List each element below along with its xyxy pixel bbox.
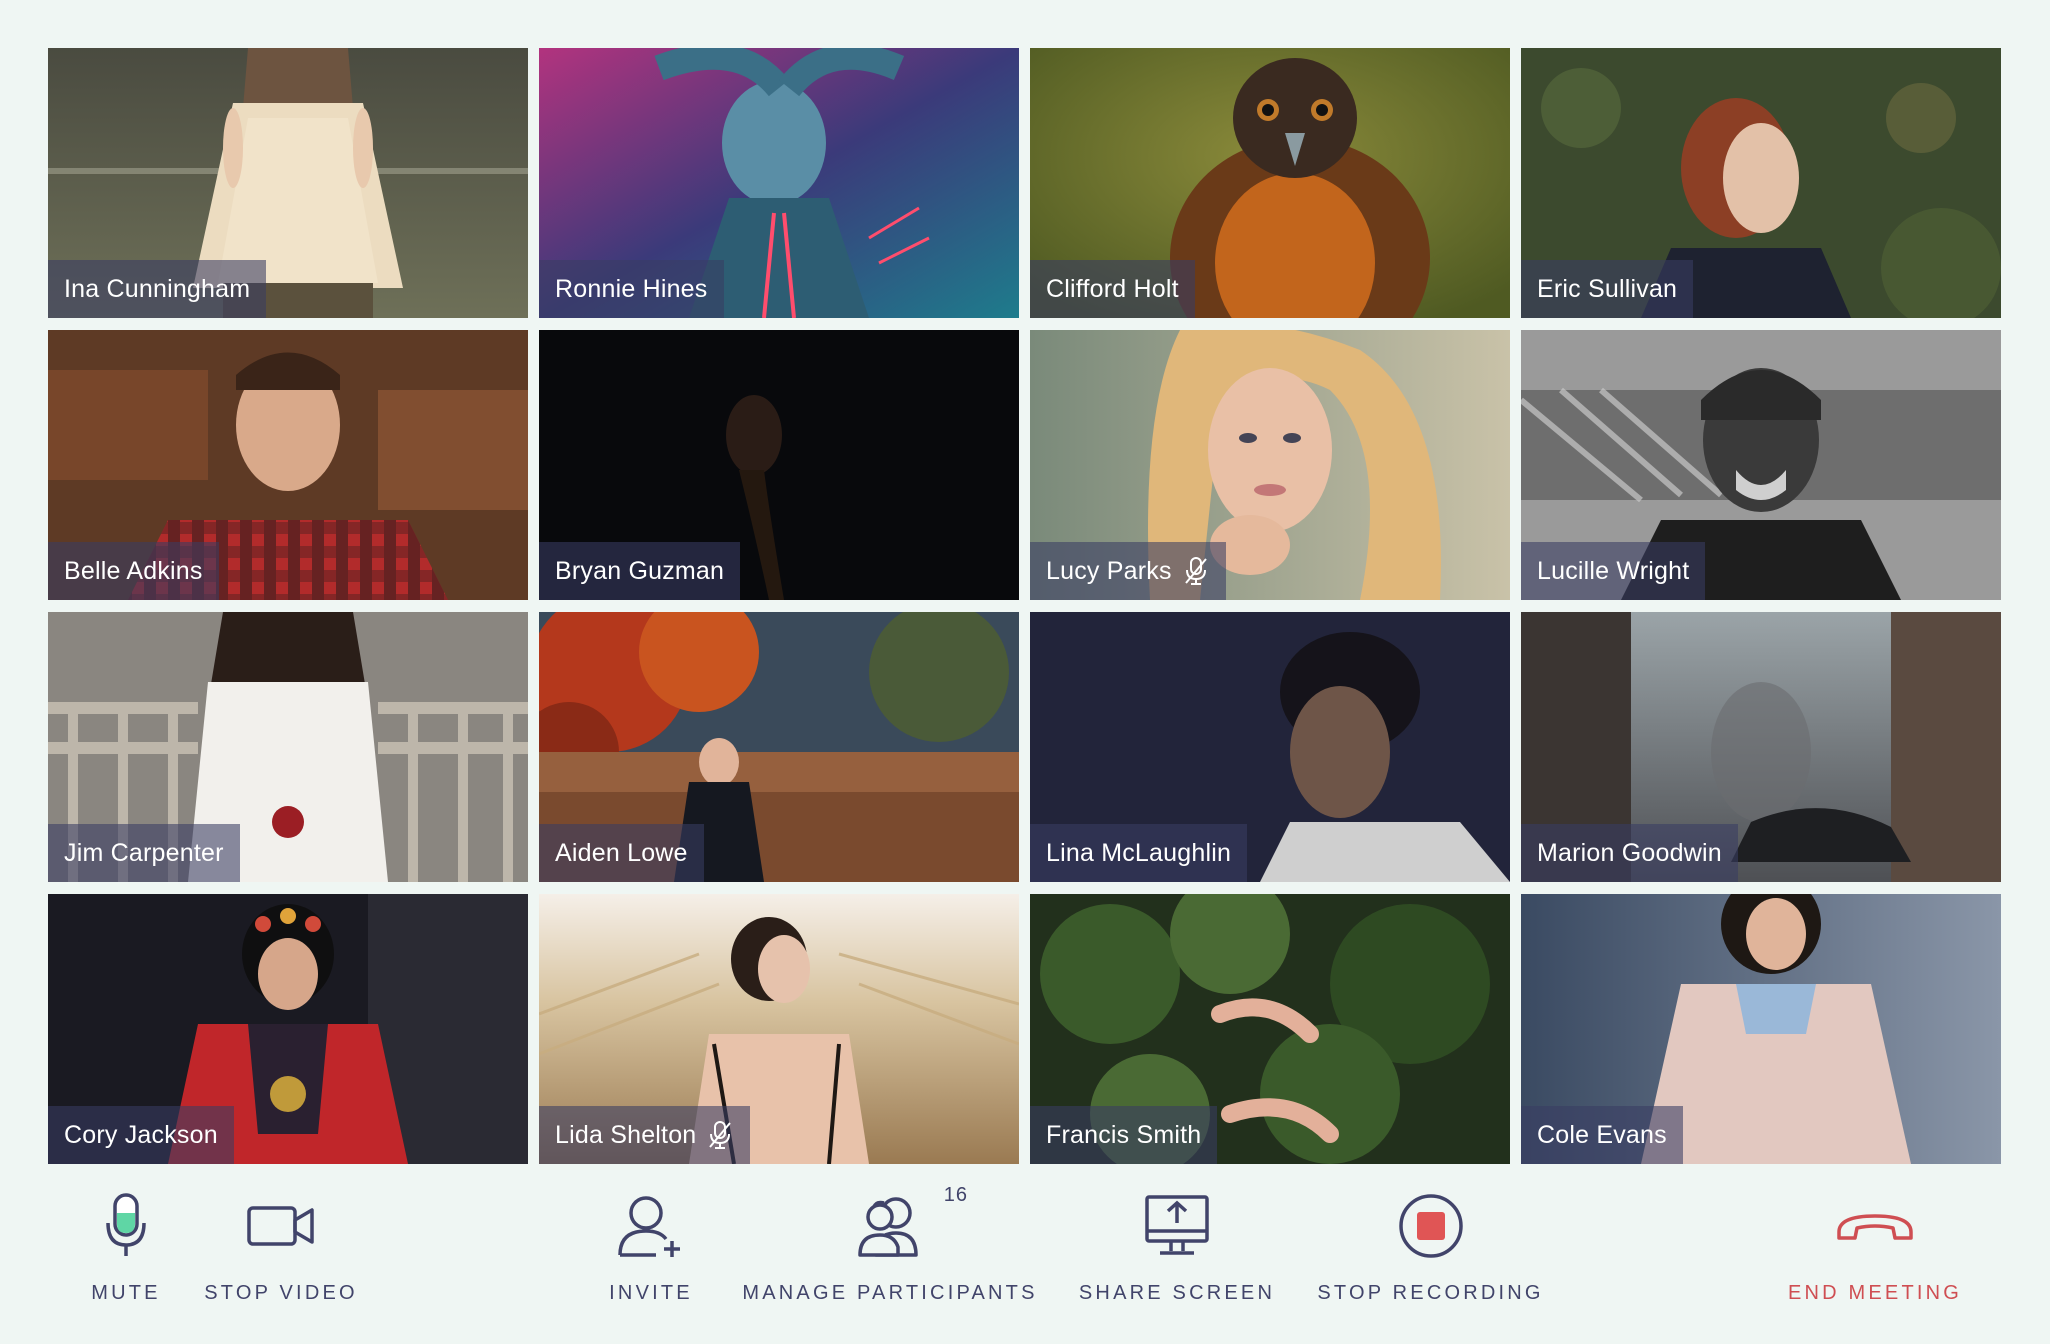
participant-name: Marion Goodwin — [1537, 838, 1722, 867]
participant-name: Aiden Lowe — [555, 838, 688, 867]
participant-name: Belle Adkins — [64, 556, 203, 585]
participant-tile[interactable]: Francis Smith — [1030, 894, 1510, 1164]
stop-video-button[interactable]: STOP VIDEO — [204, 1190, 358, 1320]
add-user-icon — [618, 1196, 680, 1257]
participant-tile[interactable]: Lina McLaughlin — [1030, 612, 1510, 882]
microphone-icon — [106, 1193, 146, 1256]
mute-icon-wrap — [103, 1190, 149, 1262]
invite-icon-wrap — [616, 1190, 686, 1262]
participant-name-tag: Eric Sullivan — [1521, 260, 1694, 318]
participant-name: Bryan Guzman — [555, 556, 725, 585]
stop-recording-label: STOP RECORDING — [1317, 1282, 1544, 1304]
stop-video-icon-wrap — [246, 1190, 316, 1262]
end-meeting-label: END MEETING — [1787, 1282, 1963, 1304]
participant-name: Jim Carpenter — [64, 838, 224, 867]
participant-name: Lucy Parks — [1046, 556, 1172, 585]
participant-name: Ina Cunningham — [64, 274, 251, 303]
participant-tile[interactable]: Bryan Guzman — [539, 330, 1019, 600]
participant-name-tag: Jim Carpenter — [48, 824, 240, 882]
manage-participants-icon-wrap: 16 — [854, 1184, 967, 1262]
participant-name-tag: Clifford Holt — [1030, 260, 1195, 318]
share-screen-icon-wrap — [1144, 1190, 1210, 1262]
participant-name: Francis Smith — [1046, 1120, 1202, 1149]
stop-video-label: STOP VIDEO — [204, 1282, 358, 1304]
participant-name-tag: Lucille Wright — [1521, 542, 1706, 600]
mic-off-icon — [1184, 557, 1207, 585]
mute-label: MUTE — [91, 1282, 161, 1304]
users-icon — [858, 1197, 918, 1257]
manage-participants-label: MANAGE PARTICIPANTS — [742, 1282, 1038, 1304]
participant-name-tag: Aiden Lowe — [539, 824, 704, 882]
participant-tile[interactable]: Clifford Holt — [1030, 48, 1510, 318]
participant-name-tag: Francis Smith — [1030, 1106, 1218, 1164]
mic-off-icon — [709, 1121, 732, 1149]
participant-tile[interactable]: Lucille Wright — [1521, 330, 2001, 600]
participant-name-tag: Marion Goodwin — [1521, 824, 1738, 882]
participant-tile[interactable]: Ronnie Hines — [539, 48, 1019, 318]
participant-name: Clifford Holt — [1046, 274, 1179, 303]
hang-up-phone-icon — [1837, 1214, 1913, 1240]
participant-name: Lina McLaughlin — [1046, 838, 1232, 867]
invite-label: INVITE — [609, 1282, 693, 1304]
participant-tile[interactable]: Lucy Parks — [1030, 330, 1510, 600]
participant-name-tag: Ina Cunningham — [48, 260, 267, 318]
record-stop-icon — [1398, 1194, 1463, 1258]
participant-tile[interactable]: Marion Goodwin — [1521, 612, 2001, 882]
participant-name: Cory Jackson — [64, 1120, 218, 1149]
video-camera-icon — [247, 1206, 314, 1246]
invite-button[interactable]: INVITE — [591, 1190, 711, 1320]
participant-name-tag: Cory Jackson — [48, 1106, 234, 1164]
participant-name: Cole Evans — [1537, 1120, 1667, 1149]
participant-name-tag: Bryan Guzman — [539, 542, 741, 600]
participant-tile[interactable]: Jim Carpenter — [48, 612, 528, 882]
participant-tile[interactable]: Cory Jackson — [48, 894, 528, 1164]
participant-name-tag: Belle Adkins — [48, 542, 219, 600]
manage-participants-button[interactable]: 16 MANAGE PARTICIPANTS — [742, 1184, 1034, 1320]
share-screen-icon — [1145, 1195, 1209, 1255]
share-screen-label: SHARE SCREEN — [1078, 1282, 1276, 1304]
participant-tile[interactable]: Lida Shelton — [539, 894, 1019, 1164]
participant-tile[interactable]: Ina Cunningham — [48, 48, 528, 318]
participant-count-badge: 16 — [943, 1184, 968, 1206]
participant-name-tag: Cole Evans — [1521, 1106, 1683, 1164]
participant-name: Lida Shelton — [555, 1120, 697, 1149]
participant-name: Lucille Wright — [1537, 556, 1690, 585]
end-meeting-button[interactable]: END MEETING — [1785, 1190, 1965, 1320]
stop-recording-button[interactable]: STOP RECORDING — [1317, 1190, 1544, 1320]
mute-button[interactable]: MUTE — [66, 1190, 186, 1320]
participant-name-tag: Lida Shelton — [539, 1106, 751, 1164]
stop-recording-icon-wrap — [1397, 1190, 1465, 1262]
participant-name-tag: Lucy Parks — [1030, 542, 1226, 600]
share-screen-button[interactable]: SHARE SCREEN — [1077, 1190, 1277, 1320]
participant-tile[interactable]: Aiden Lowe — [539, 612, 1019, 882]
participant-tile[interactable]: Cole Evans — [1521, 894, 2001, 1164]
participant-name-tag: Ronnie Hines — [539, 260, 724, 318]
participant-tile[interactable]: Eric Sullivan — [1521, 48, 2001, 318]
participant-grid: Ina Cunningham Ronnie Hines Clifford Hol… — [48, 48, 2002, 1164]
video-meeting-app: Ina Cunningham Ronnie Hines Clifford Hol… — [0, 0, 2050, 1344]
participant-name: Eric Sullivan — [1537, 274, 1678, 303]
end-meeting-icon-wrap — [1835, 1190, 1915, 1262]
participant-name: Ronnie Hines — [555, 274, 708, 303]
participant-name-tag: Lina McLaughlin — [1030, 824, 1248, 882]
participant-tile[interactable]: Belle Adkins — [48, 330, 528, 600]
